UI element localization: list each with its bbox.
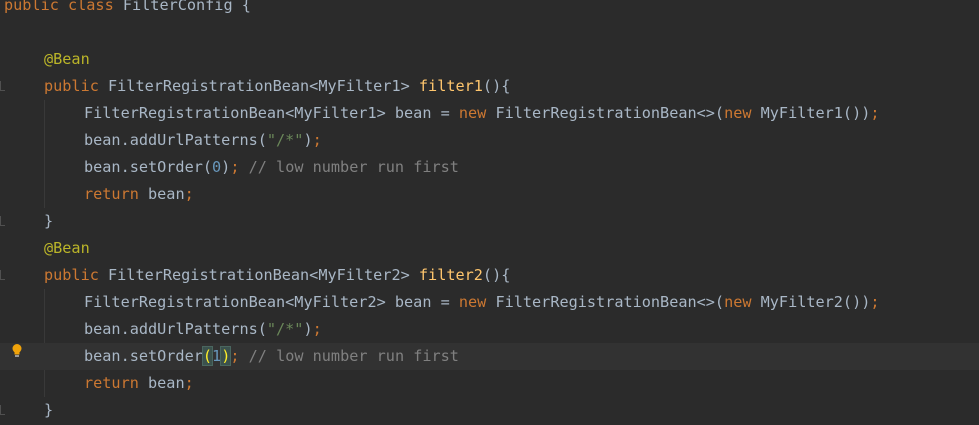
code-token: FilterRegistrationBean<MyFilter2> xyxy=(108,266,419,284)
code-token: new xyxy=(724,293,761,311)
code-text: bean.setOrder(0); // low number run firs… xyxy=(84,154,459,181)
code-token: return xyxy=(84,185,149,203)
code-token: new xyxy=(724,104,761,122)
lightbulb-icon[interactable] xyxy=(11,343,23,359)
code-token: ) xyxy=(303,131,313,149)
code-token: public xyxy=(44,266,109,284)
code-token: ; xyxy=(230,347,249,365)
code-token: } xyxy=(44,212,54,230)
code-text: public class FilterConfig { xyxy=(4,0,251,19)
code-line[interactable]: public class FilterConfig { xyxy=(0,0,979,19)
code-token: ) xyxy=(221,158,231,176)
code-line[interactable]: } xyxy=(0,397,979,424)
fold-marker-icon[interactable] xyxy=(0,81,5,91)
code-line[interactable]: @Bean xyxy=(0,46,979,73)
code-text: } xyxy=(44,208,53,235)
code-line[interactable]: return bean; xyxy=(0,370,979,397)
code-token: new xyxy=(458,104,496,122)
code-text: return bean; xyxy=(84,181,194,208)
code-line[interactable]: FilterRegistrationBean<MyFilter1> bean =… xyxy=(0,100,979,127)
fold-marker-icon[interactable] xyxy=(0,216,5,226)
code-line[interactable]: public FilterRegistrationBean<MyFilter2>… xyxy=(0,262,979,289)
code-text: } xyxy=(44,397,53,424)
current-code-line[interactable]: bean.setOrder(1); // low number run firs… xyxy=(0,343,979,370)
code-line[interactable] xyxy=(0,19,979,46)
code-line[interactable]: public FilterRegistrationBean<MyFilter1>… xyxy=(0,73,979,100)
code-token: FilterConfig { xyxy=(122,0,251,14)
code-token: FilterRegistrationBean<MyFilter2> bean = xyxy=(84,293,459,311)
code-token: 0 xyxy=(212,158,222,176)
code-text: public FilterRegistrationBean<MyFilter1>… xyxy=(44,73,510,100)
code-token: ; xyxy=(870,293,880,311)
code-text: FilterRegistrationBean<MyFilter2> bean =… xyxy=(84,289,880,316)
code-token: ; xyxy=(870,104,880,122)
code-token: bean xyxy=(148,185,185,203)
code-text: @Bean xyxy=(44,235,90,262)
code-token: ) xyxy=(303,320,313,338)
code-token: bean.addUrlPatterns( xyxy=(84,131,267,149)
code-token: ; xyxy=(230,158,249,176)
code-token: (){ xyxy=(482,266,511,284)
code-token: ( xyxy=(201,346,214,366)
code-token: FilterRegistrationBean<>( xyxy=(495,104,725,122)
code-text: FilterRegistrationBean<MyFilter1> bean =… xyxy=(84,100,880,127)
code-line[interactable]: return bean; xyxy=(0,181,979,208)
code-line[interactable]: @Bean xyxy=(0,235,979,262)
code-token: bean.addUrlPatterns( xyxy=(84,320,267,338)
code-line[interactable]: bean.addUrlPatterns("/*"); xyxy=(0,316,979,343)
code-line[interactable]: bean.setOrder(0); // low number run firs… xyxy=(0,154,979,181)
code-text: @Bean xyxy=(44,46,90,73)
code-token: bean xyxy=(148,374,185,392)
code-text: return bean; xyxy=(84,370,194,397)
code-token: ; xyxy=(184,374,194,392)
code-token: FilterRegistrationBean<MyFilter1> xyxy=(108,77,419,95)
code-token: ) xyxy=(220,346,232,366)
code-token: "/*" xyxy=(266,320,304,338)
code-token: new xyxy=(458,293,496,311)
code-line[interactable]: bean.addUrlPatterns("/*"); xyxy=(0,127,979,154)
code-token: FilterRegistrationBean<>( xyxy=(495,293,725,311)
code-token: MyFilter2()) xyxy=(760,293,871,311)
code-token: bean.setOrder xyxy=(84,347,203,365)
code-token: @Bean xyxy=(44,50,90,68)
code-token: (){ xyxy=(482,77,511,95)
code-token: ; xyxy=(312,320,322,338)
code-text: bean.addUrlPatterns("/*"); xyxy=(84,316,322,343)
fold-marker-icon[interactable] xyxy=(0,270,5,280)
code-token: ; xyxy=(312,131,322,149)
code-token: return xyxy=(84,374,149,392)
code-token: filter1 xyxy=(418,77,483,95)
code-text: bean.addUrlPatterns("/*"); xyxy=(84,127,322,154)
code-token: ; xyxy=(184,185,194,203)
code-token: MyFilter1()) xyxy=(760,104,871,122)
code-token: // low number run first xyxy=(248,158,459,176)
code-line[interactable]: } xyxy=(0,208,979,235)
code-token: 1 xyxy=(212,347,222,365)
code-text: bean.setOrder(1); // low number run firs… xyxy=(84,343,459,370)
code-token: bean.setOrder( xyxy=(84,158,213,176)
code-token: // low number run first xyxy=(248,347,459,365)
code-token: } xyxy=(44,401,54,419)
code-line[interactable]: FilterRegistrationBean<MyFilter2> bean =… xyxy=(0,289,979,316)
code-token: filter2 xyxy=(418,266,483,284)
code-token: @Bean xyxy=(44,239,90,257)
code-token: "/*" xyxy=(266,131,304,149)
code-text: public FilterRegistrationBean<MyFilter2>… xyxy=(44,262,510,289)
fold-marker-icon[interactable] xyxy=(0,405,5,415)
code-token: FilterRegistrationBean<MyFilter1> bean = xyxy=(84,104,459,122)
code-token: public xyxy=(44,77,109,95)
code-token: public class xyxy=(4,0,123,14)
code-editor[interactable]: public class FilterConfig { @Bean public F… xyxy=(0,0,979,425)
